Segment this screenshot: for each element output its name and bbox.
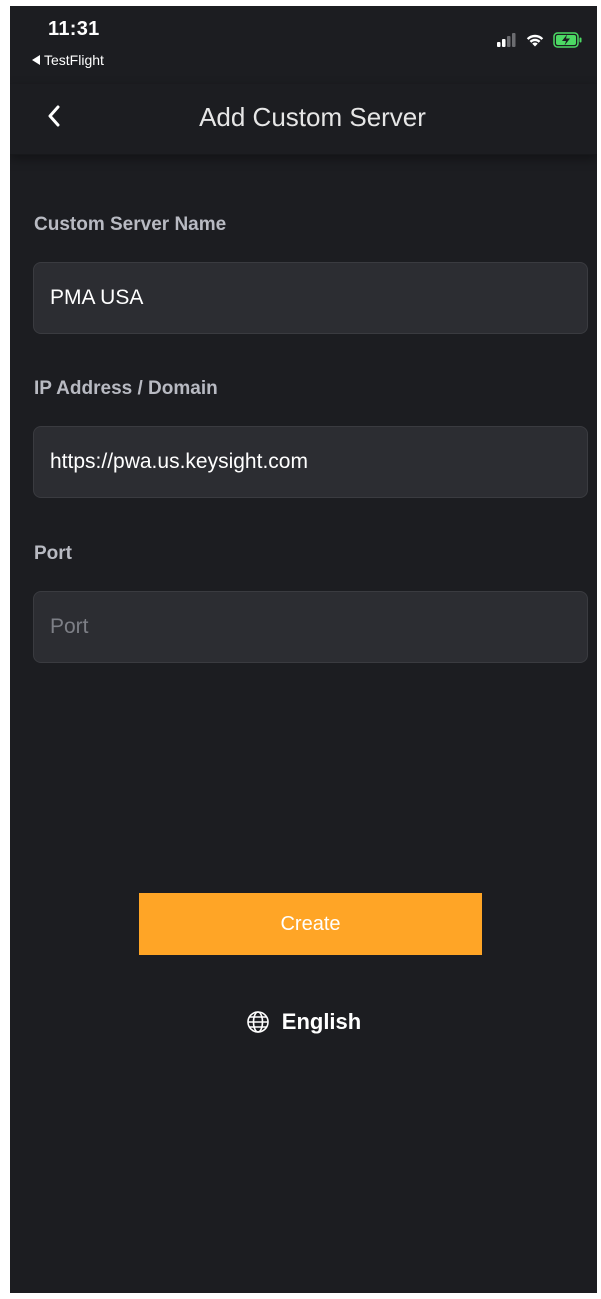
page-title: Add Custom Server [199, 102, 426, 132]
language-label: English [281, 1009, 362, 1034]
navigation-bar: Add Custom Server [10, 84, 597, 155]
back-to-app-link[interactable]: TestFlight [32, 52, 104, 68]
wifi-icon [526, 34, 544, 47]
app-screen: 11:31 TestFlight Add Custom Server Custo… [10, 6, 597, 1293]
create-button[interactable]: Create [139, 893, 482, 955]
address-label: IP Address / Domain [34, 378, 218, 399]
address-input[interactable] [33, 426, 588, 498]
battery-charging-icon [553, 32, 582, 48]
signal-icon [497, 33, 516, 47]
port-label: Port [34, 543, 72, 564]
port-input[interactable] [33, 591, 588, 663]
server-name-label: Custom Server Name [34, 214, 227, 235]
status-bar: 11:31 TestFlight [10, 6, 597, 76]
status-time: 11:31 [48, 18, 100, 40]
server-name-input[interactable] [33, 262, 588, 334]
back-to-app-label: TestFlight [44, 52, 104, 68]
globe-icon [246, 1011, 269, 1033]
language-selector[interactable]: English [10, 1009, 597, 1035]
status-icons [497, 32, 583, 48]
back-triangle-icon [32, 55, 40, 65]
